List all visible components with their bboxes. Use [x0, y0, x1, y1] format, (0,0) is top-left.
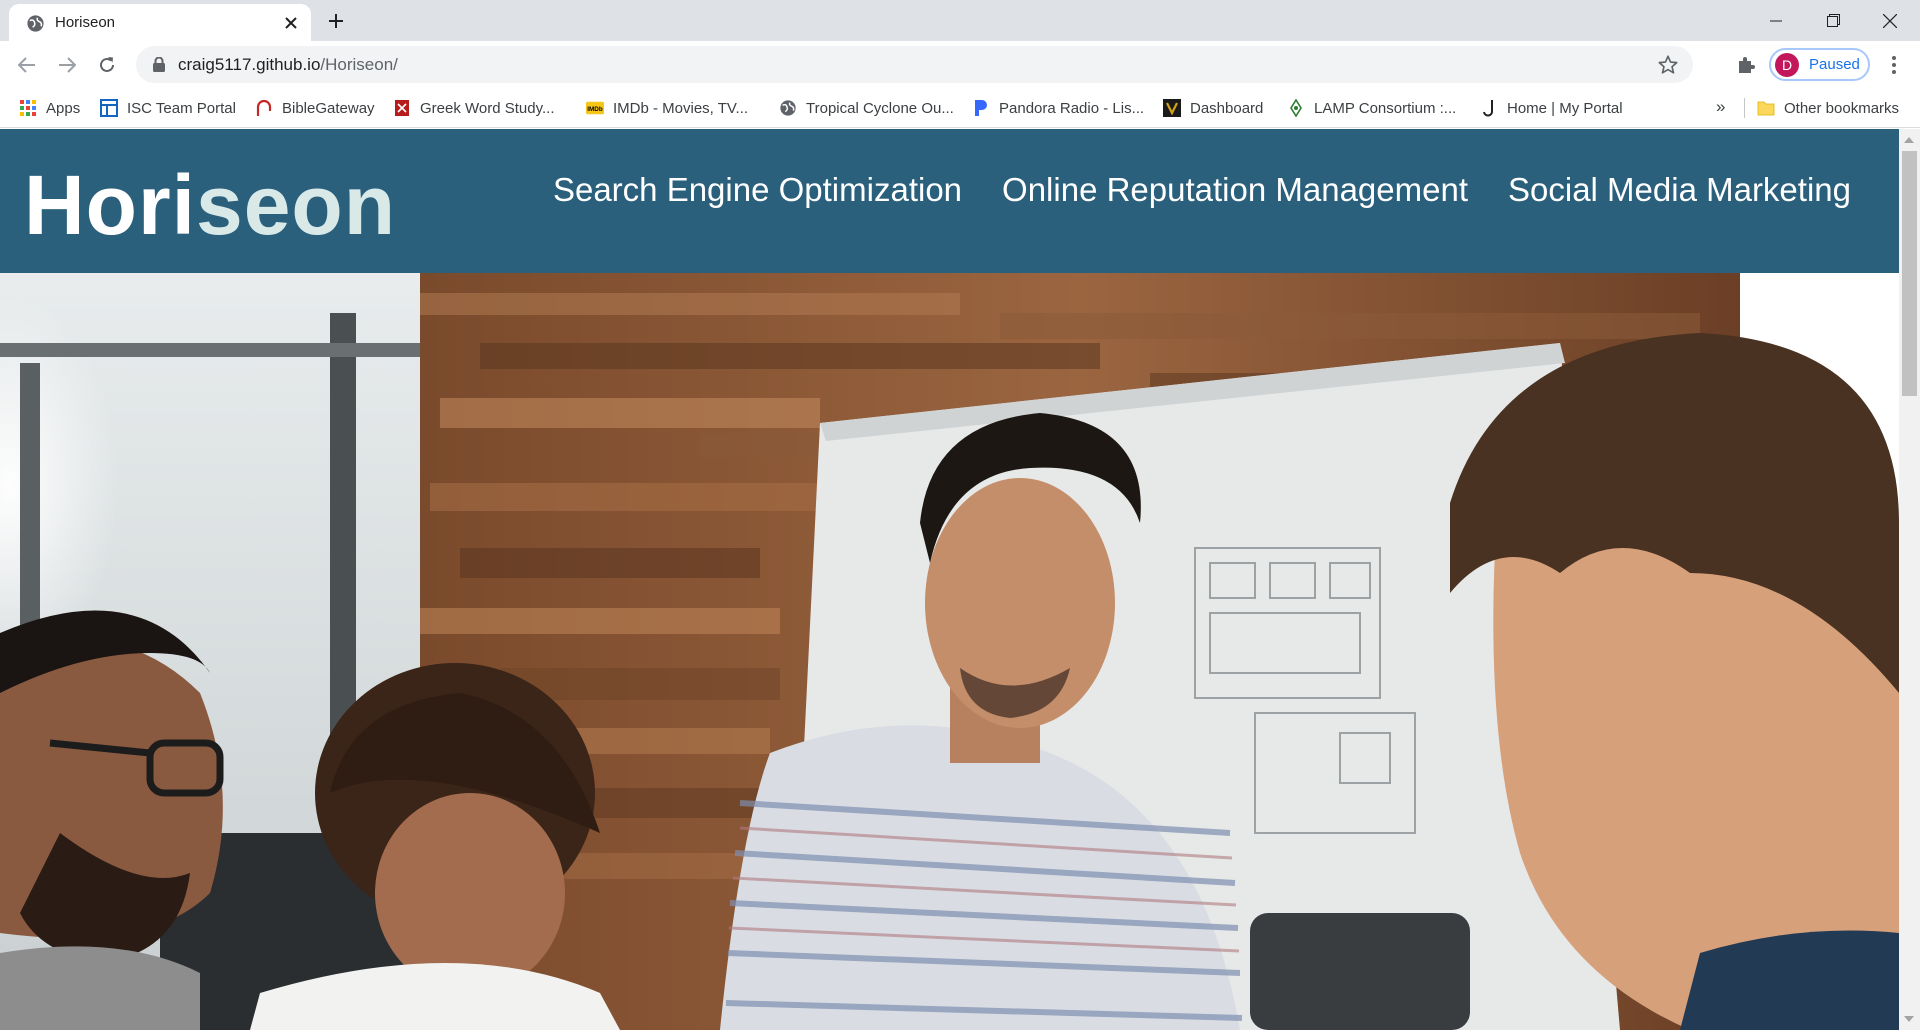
globe-icon — [779, 99, 797, 117]
imdb-icon: IMDb — [586, 99, 604, 117]
apps-grid-icon — [19, 99, 37, 117]
minimize-icon[interactable] — [1748, 0, 1804, 41]
tab-title: Horiseon — [55, 14, 116, 31]
nav-link-search-engine-optimization[interactable]: Search Engine Optimization — [553, 171, 962, 209]
bookmark-label: IMDb - Movies, TV... — [613, 99, 749, 117]
profile-button[interactable]: D Paused — [1769, 48, 1870, 81]
nav-link-social-media-marketing[interactable]: Social Media Marketing — [1508, 171, 1851, 209]
bookmark-label: BibleGateway — [282, 99, 375, 117]
lamp-icon — [1287, 99, 1305, 117]
bookmark-dashboard[interactable]: Dashboard — [1163, 95, 1263, 121]
bookmark-lamp-consortium[interactable]: LAMP Consortium :... — [1287, 95, 1456, 121]
hero-image — [0, 273, 1899, 1030]
scroll-up-arrow-icon[interactable] — [1904, 137, 1914, 143]
avatar: D — [1775, 53, 1799, 77]
bookmark-label: Tropical Cyclone Ou... — [806, 99, 954, 117]
bookmark-imdb[interactable]: IMDb IMDb - Movies, TV... — [586, 95, 748, 121]
site-header: Horiseon Search Engine Optimization Onli… — [0, 129, 1899, 273]
browser-tab[interactable]: Horiseon — [9, 4, 311, 41]
bookmark-label: Pandora Radio - Lis... — [999, 99, 1145, 117]
window-close-icon[interactable] — [1862, 0, 1918, 41]
bookmark-label: Apps — [46, 99, 81, 117]
page-scrollbar[interactable] — [1899, 129, 1920, 1030]
bookmarks-bar: Apps ISC Team Portal BibleGateway Greek … — [0, 88, 1920, 128]
bookmark-label: Home | My Portal — [1507, 99, 1623, 117]
biblegateway-icon — [255, 99, 273, 117]
bookmark-isc-team-portal[interactable]: ISC Team Portal — [100, 95, 236, 121]
back-arrow-icon[interactable] — [14, 52, 40, 78]
portal-icon — [100, 99, 118, 117]
bookmark-label: ISC Team Portal — [127, 99, 236, 117]
forward-arrow-icon[interactable] — [54, 52, 80, 78]
bookmark-apps[interactable]: Apps — [19, 95, 80, 121]
bookmarks-divider — [1744, 98, 1745, 118]
browser-toolbar: craig5117.github.io/Horiseon/ D Paused — [0, 41, 1920, 88]
lock-icon — [153, 57, 165, 72]
bookmark-label: LAMP Consortium :... — [1314, 99, 1457, 117]
bookmark-home-my-portal[interactable]: Home | My Portal — [1480, 95, 1623, 121]
plus-icon[interactable] — [325, 10, 347, 32]
restore-icon[interactable] — [1805, 0, 1861, 41]
site-logo[interactable]: Horiseon — [24, 157, 396, 254]
bookmark-biblegateway[interactable]: BibleGateway — [255, 95, 375, 121]
profile-status: Paused — [1809, 56, 1860, 73]
pandora-icon — [972, 99, 990, 117]
tab-strip: Horiseon — [0, 0, 1920, 41]
globe-icon — [27, 15, 44, 32]
bookmark-tropical-cyclone[interactable]: Tropical Cyclone Ou... — [779, 95, 954, 121]
puzzle-icon[interactable] — [1733, 52, 1759, 78]
close-icon[interactable] — [281, 13, 301, 33]
star-icon[interactable] — [1657, 54, 1679, 76]
scroll-down-arrow-icon[interactable] — [1904, 1016, 1914, 1022]
address-bar[interactable]: craig5117.github.io/Horiseon/ — [136, 46, 1693, 83]
hero-photo — [0, 273, 1899, 1030]
url-path: /Horiseon/ — [320, 55, 398, 74]
logo-suffix: seon — [196, 158, 397, 252]
url-host: craig5117.github.io — [178, 55, 321, 74]
bookmark-label: Greek Word Study... — [420, 99, 555, 117]
bookmarks-overflow-button[interactable]: » — [1716, 97, 1725, 117]
bookmark-other-bookmarks[interactable]: Other bookmarks — [1757, 95, 1899, 121]
page-viewport: Horiseon Search Engine Optimization Onli… — [0, 129, 1920, 1030]
scrollbar-thumb[interactable] — [1902, 151, 1917, 396]
svg-text:IMDb: IMDb — [587, 106, 603, 113]
logo-prefix: Hori — [24, 158, 196, 252]
bookmark-greek-word-study[interactable]: Greek Word Study... — [393, 95, 555, 121]
kebab-menu-icon[interactable] — [1882, 52, 1906, 78]
bookmark-label: Dashboard — [1190, 99, 1264, 117]
reload-icon[interactable] — [94, 52, 120, 78]
book-icon — [393, 99, 411, 117]
shield-logo-icon — [1163, 99, 1181, 117]
bookmark-label: Other bookmarks — [1784, 99, 1900, 117]
url-text[interactable]: craig5117.github.io/Horiseon/ — [178, 55, 398, 75]
j-logo-icon — [1480, 99, 1498, 117]
bookmark-pandora[interactable]: Pandora Radio - Lis... — [972, 95, 1144, 121]
site-nav: Search Engine Optimization Online Reputa… — [553, 171, 1851, 209]
folder-icon — [1757, 99, 1775, 117]
nav-link-online-reputation-management[interactable]: Online Reputation Management — [1002, 171, 1468, 209]
